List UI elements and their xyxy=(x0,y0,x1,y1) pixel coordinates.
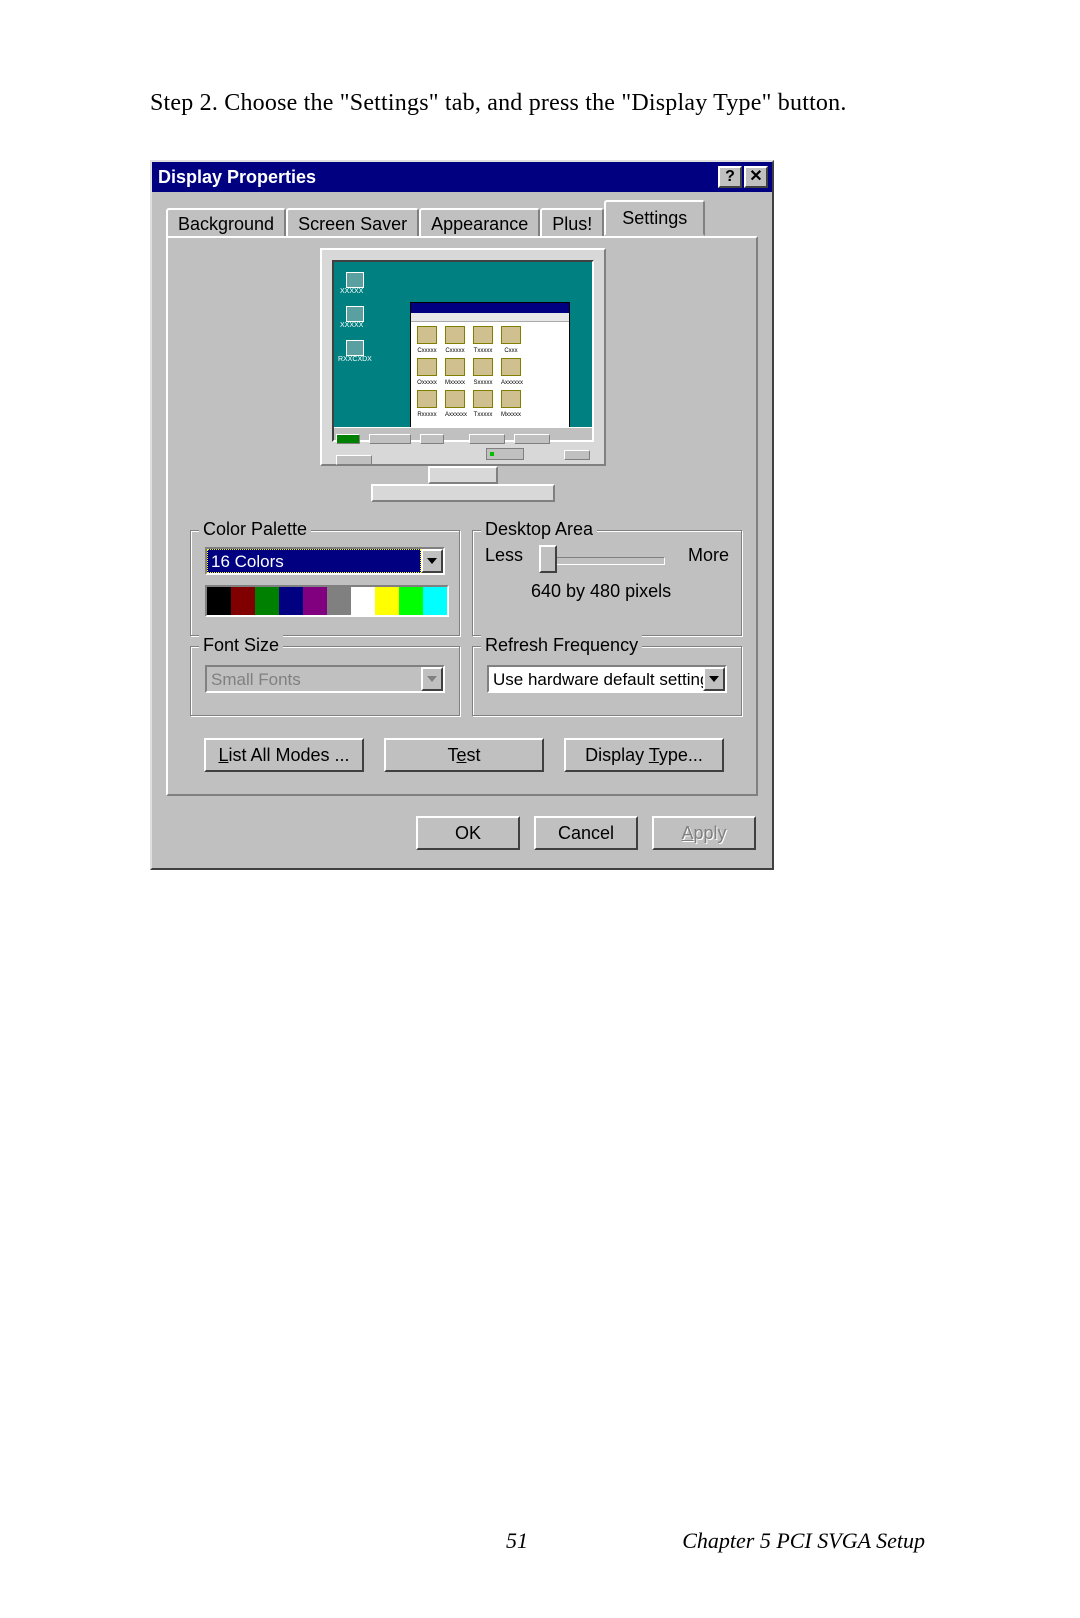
chevron-down-icon xyxy=(421,667,443,691)
step-instruction: Step 2. Choose the "Settings" tab, and p… xyxy=(150,90,847,117)
dialog-title: Display Properties xyxy=(158,162,716,192)
desktop-area-slider-track[interactable] xyxy=(543,557,665,565)
refresh-frequency-legend: Refresh Frequency xyxy=(481,635,642,656)
tab-appearance[interactable]: Appearance xyxy=(419,208,540,238)
tab-strip: Background Screen Saver Appearance Plus!… xyxy=(166,206,705,236)
tab-screen-saver[interactable]: Screen Saver xyxy=(286,208,419,238)
page-number: 51 xyxy=(506,1528,528,1554)
dialog-titlebar[interactable]: Display Properties ? ✕ xyxy=(152,162,772,192)
color-palette-dropdown[interactable]: 16 Colors xyxy=(205,547,445,575)
refresh-frequency-dropdown[interactable]: Use hardware default setting xyxy=(487,665,727,693)
group-refresh-frequency: Refresh Frequency Use hardware default s… xyxy=(472,646,742,716)
close-button[interactable]: ✕ xyxy=(744,166,768,188)
display-type-button[interactable]: Display Type... xyxy=(564,738,724,772)
monitor-preview: XXXXX XXXXX RXXCXDX CxxxxxCxxxxxTxxxxxCx… xyxy=(320,248,606,498)
chevron-down-icon[interactable] xyxy=(421,549,443,573)
font-size-value: Small Fonts xyxy=(207,667,421,691)
color-swatch-strip xyxy=(205,585,449,617)
group-font-size: Font Size Small Fonts xyxy=(190,646,460,716)
color-palette-legend: Color Palette xyxy=(199,519,311,540)
group-desktop-area: Desktop Area Less More 640 by 480 pixels xyxy=(472,530,742,636)
chevron-down-icon[interactable] xyxy=(703,667,725,691)
desktop-area-legend: Desktop Area xyxy=(481,519,597,540)
refresh-frequency-value: Use hardware default setting xyxy=(489,667,703,691)
font-size-dropdown: Small Fonts xyxy=(205,665,445,693)
document-page: Step 2. Choose the "Settings" tab, and p… xyxy=(0,0,1080,1618)
settings-panel: XXXXX XXXXX RXXCXDX CxxxxxCxxxxxTxxxxxCx… xyxy=(166,236,758,796)
slider-less-label: Less xyxy=(485,545,523,566)
test-button[interactable]: Test xyxy=(384,738,544,772)
tab-plus[interactable]: Plus! xyxy=(540,208,604,238)
ok-button[interactable]: OK xyxy=(416,816,520,850)
color-palette-value: 16 Colors xyxy=(207,549,421,573)
list-all-modes-button[interactable]: List All Modes ... xyxy=(204,738,364,772)
desktop-area-slider-thumb[interactable] xyxy=(539,545,557,573)
font-size-legend: Font Size xyxy=(199,635,283,656)
cancel-button[interactable]: Cancel xyxy=(534,816,638,850)
tab-background[interactable]: Background xyxy=(166,208,286,238)
apply-button: Apply xyxy=(652,816,756,850)
slider-more-label: More xyxy=(688,545,729,566)
display-properties-dialog: Display Properties ? ✕ Background Screen… xyxy=(150,160,774,870)
help-button[interactable]: ? xyxy=(718,166,742,188)
chapter-title: Chapter 5 PCI SVGA Setup xyxy=(682,1528,925,1554)
desktop-area-resolution: 640 by 480 pixels xyxy=(531,581,671,602)
tab-settings[interactable]: Settings xyxy=(604,200,705,236)
group-color-palette: Color Palette 16 Colors xyxy=(190,530,460,636)
